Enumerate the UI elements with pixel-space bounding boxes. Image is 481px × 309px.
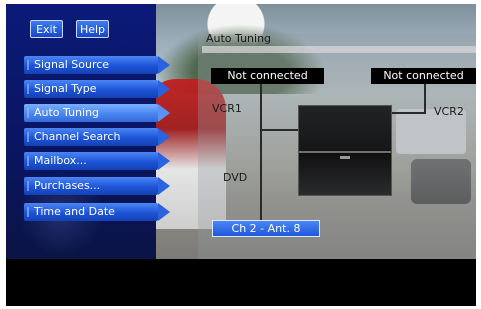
vcr2-status: Not connected bbox=[371, 68, 476, 84]
menu-item-label: Purchases... bbox=[34, 179, 101, 192]
vcr2-label: VCR2 bbox=[434, 105, 464, 118]
connection-line bbox=[424, 84, 426, 114]
channel-indicator[interactable]: Ch 2 - Ant. 8 bbox=[212, 220, 320, 237]
panel-title: Auto Tuning bbox=[206, 32, 272, 45]
menu-item-label: Mailbox... bbox=[34, 154, 87, 167]
menu-item-purchases[interactable]: Purchases... bbox=[24, 177, 172, 195]
menu-item-time-and-date[interactable]: Time and Date bbox=[24, 203, 172, 221]
menu-item-arrow bbox=[158, 128, 170, 146]
connection-line bbox=[260, 84, 262, 129]
menu-item-label: Signal Source bbox=[34, 58, 110, 71]
menu-item-marker bbox=[27, 181, 29, 191]
connection-line bbox=[390, 112, 426, 114]
menu-item-arrow bbox=[158, 152, 170, 170]
menu-item-marker bbox=[27, 207, 29, 217]
menu-item-arrow bbox=[158, 104, 170, 122]
help-button[interactable]: Help bbox=[76, 20, 109, 38]
menu-item-auto-tuning[interactable]: Auto Tuning bbox=[24, 104, 172, 122]
menu-item-label: Auto Tuning bbox=[34, 106, 100, 119]
menu-item-arrow bbox=[158, 177, 170, 195]
menu-item-marker bbox=[27, 84, 29, 94]
menu-item-label: Channel Search bbox=[34, 130, 121, 143]
dvd-label: DVD bbox=[223, 171, 248, 184]
tv-indicator bbox=[340, 156, 350, 159]
menu-item-signal-type[interactable]: Signal Type bbox=[24, 80, 172, 98]
vcr1-status: Not connected bbox=[211, 68, 324, 84]
vcr1-label: VCR1 bbox=[212, 102, 242, 115]
menu-item-signal-source[interactable]: Signal Source bbox=[24, 56, 172, 74]
menu-item-marker bbox=[27, 132, 29, 142]
menu-item-label: Time and Date bbox=[34, 205, 115, 218]
menu-item-label: Signal Type bbox=[34, 82, 97, 95]
menu-item-marker bbox=[27, 60, 29, 70]
menu-item-arrow bbox=[158, 80, 170, 98]
tv-divider bbox=[299, 151, 391, 153]
menu-item-marker bbox=[27, 156, 29, 166]
connection-line bbox=[260, 129, 300, 131]
title-underline bbox=[202, 46, 476, 53]
menu-item-marker bbox=[27, 108, 29, 118]
menu-item-arrow bbox=[158, 56, 170, 74]
menu-item-arrow bbox=[158, 203, 170, 221]
tv-screen: Exit Help Signal Source Signal Type Auto… bbox=[6, 4, 476, 306]
menu-item-channel-search[interactable]: Channel Search bbox=[24, 128, 172, 146]
tv-icon bbox=[298, 105, 392, 196]
exit-button[interactable]: Exit bbox=[30, 20, 63, 38]
connection-line bbox=[260, 129, 262, 224]
menu-item-mailbox[interactable]: Mailbox... bbox=[24, 152, 172, 170]
